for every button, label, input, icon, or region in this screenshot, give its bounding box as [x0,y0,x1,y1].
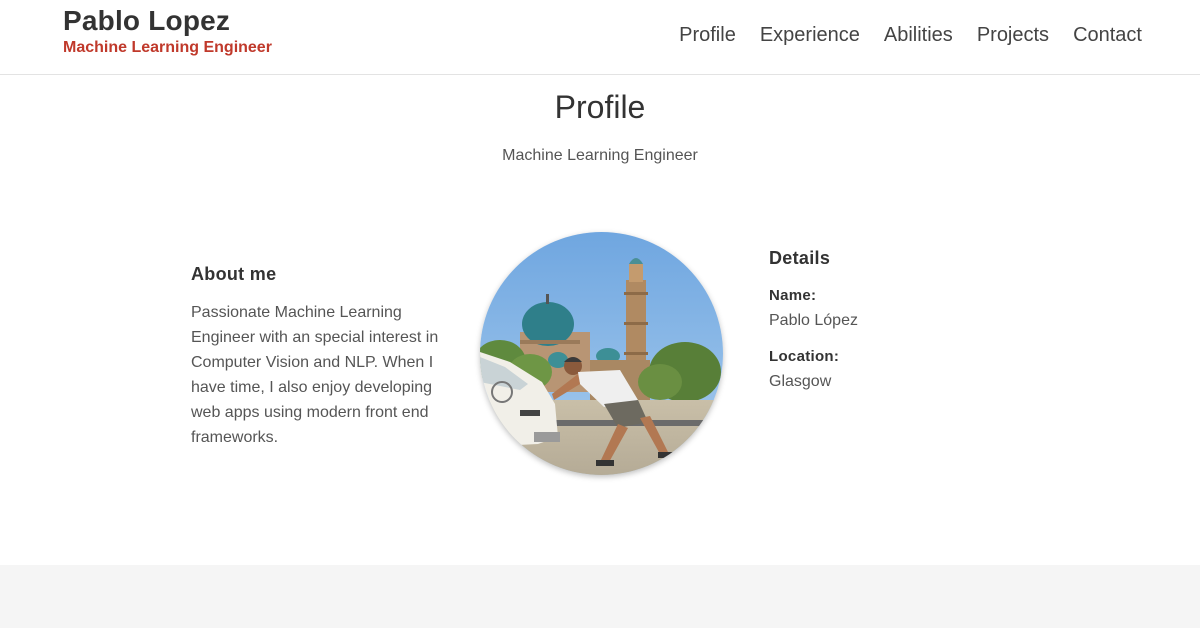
brand-tagline: Machine Learning Engineer [63,39,272,56]
location-label: Location: [769,348,840,365]
about-me-section: About me Passionate Machine Learning Eng… [191,263,451,450]
about-text: Passionate Machine Learning Engineer wit… [191,304,439,446]
next-section-background [0,565,1200,628]
profile-photo [480,232,723,475]
section-title: Profile [554,89,646,125]
nav-item-projects[interactable]: Projects [977,22,1049,48]
name-label: Name: [769,287,817,304]
brand[interactable]: Pablo Lopez Machine Learning Engineer [63,5,272,58]
nav-item-contact[interactable]: Contact [1073,22,1142,48]
location-value: Glasgow [769,373,832,390]
nav-item-abilities[interactable]: Abilities [884,22,953,48]
nav-item-experience[interactable]: Experience [760,22,860,48]
nav-item-profile[interactable]: Profile [679,22,736,48]
details-heading: Details [769,248,831,268]
brand-name[interactable]: Pablo Lopez [63,5,272,37]
about-heading: About me [191,264,277,284]
top-navbar: Pablo Lopez Machine Learning Engineer Pr… [0,0,1200,75]
details-section: Details Name: Pablo López Location: Glas… [769,247,1029,393]
section-subtitle: Machine Learning Engineer [502,147,698,164]
name-value: Pablo López [769,312,858,329]
main-nav: Profile Experience Abilities Projects Co… [655,22,1142,48]
